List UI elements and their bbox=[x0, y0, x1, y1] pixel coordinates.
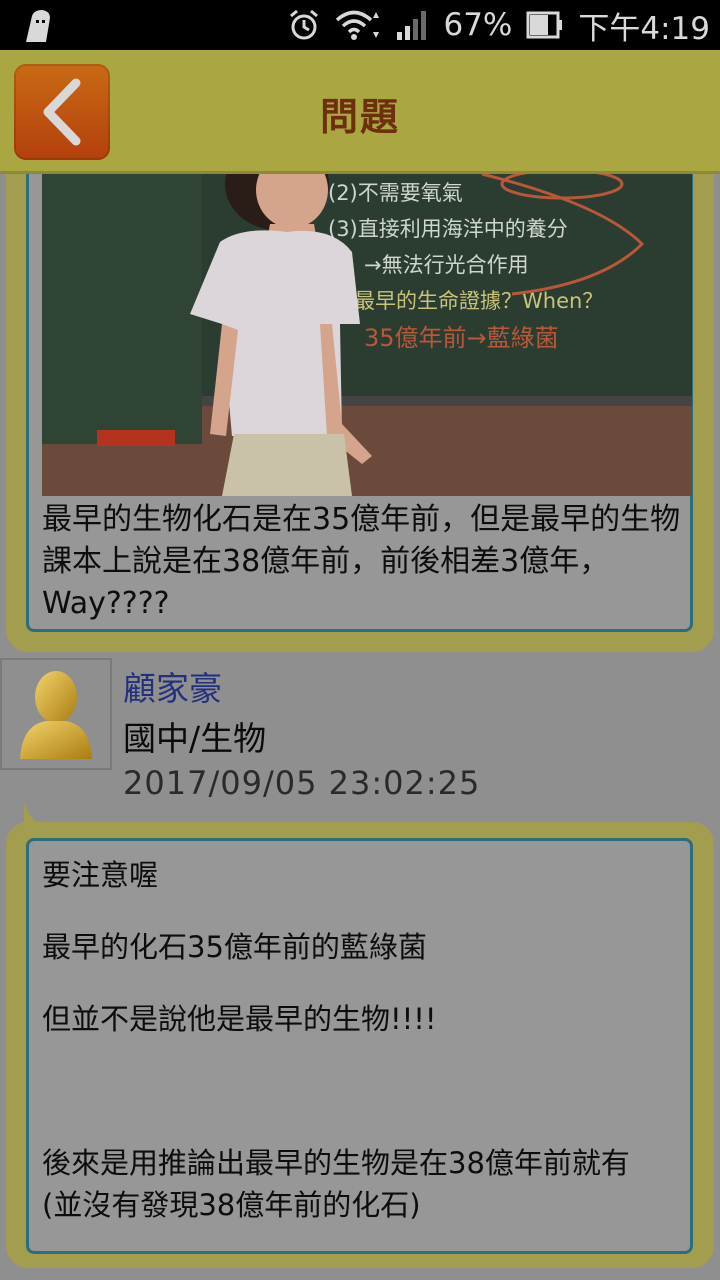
alarm-icon bbox=[287, 8, 321, 42]
board-line-1: (2)不需要氧氣 bbox=[328, 181, 463, 205]
status-bar: 67% 下午4:19 bbox=[0, 0, 720, 50]
ghost-icon bbox=[26, 10, 50, 42]
battery-icon bbox=[526, 10, 564, 40]
answer-line-3: 但並不是說他是最早的生物!!!! bbox=[42, 1002, 437, 1036]
app-header: 問題 bbox=[0, 50, 720, 174]
answer-line-4: 後來是用推論出最早的生物是在38億年前就有 (並沒有發現38億年前的化石) bbox=[42, 1146, 630, 1222]
battery-percent: 67% bbox=[443, 7, 513, 43]
answer-line-1: 要注意喔 bbox=[42, 858, 159, 892]
wifi-icon bbox=[335, 8, 381, 42]
author-name[interactable]: 顧家豪 bbox=[123, 662, 222, 710]
status-time: 下午4:19 bbox=[578, 10, 710, 47]
author-category: 國中/生物 bbox=[123, 719, 267, 758]
answer-line-2: 最早的化石35億年前的藍綠菌 bbox=[42, 930, 427, 964]
board-line-3: →無法行光合作用 bbox=[364, 253, 529, 277]
board-line-2: (3)直接利用海洋中的養分 bbox=[328, 217, 568, 241]
answer-timestamp: 2017/09/05 23:02:25 bbox=[123, 764, 481, 802]
board-handwriting: 35億年前→藍綠菌 bbox=[364, 324, 559, 352]
question-text: 最早的生物化石是在35億年前，但是最早的生物課本上說是在38億年前，前後相差3億… bbox=[42, 502, 681, 621]
signal-icon bbox=[395, 8, 429, 42]
board-line-4: 最早的生命證據？When？ bbox=[354, 289, 603, 313]
question-content[interactable]: (2)不需要氧氣 (3)直接利用海洋中的養分 →無法行光合作用 最早的生命證據？… bbox=[0, 174, 720, 1280]
author-avatar bbox=[0, 658, 112, 770]
page-title: 問題 bbox=[319, 95, 400, 139]
user-silhouette-icon bbox=[20, 671, 92, 759]
question-photo[interactable]: (2)不需要氧氣 (3)直接利用海洋中的養分 →無法行光合作用 最早的生命證據？… bbox=[42, 174, 692, 496]
